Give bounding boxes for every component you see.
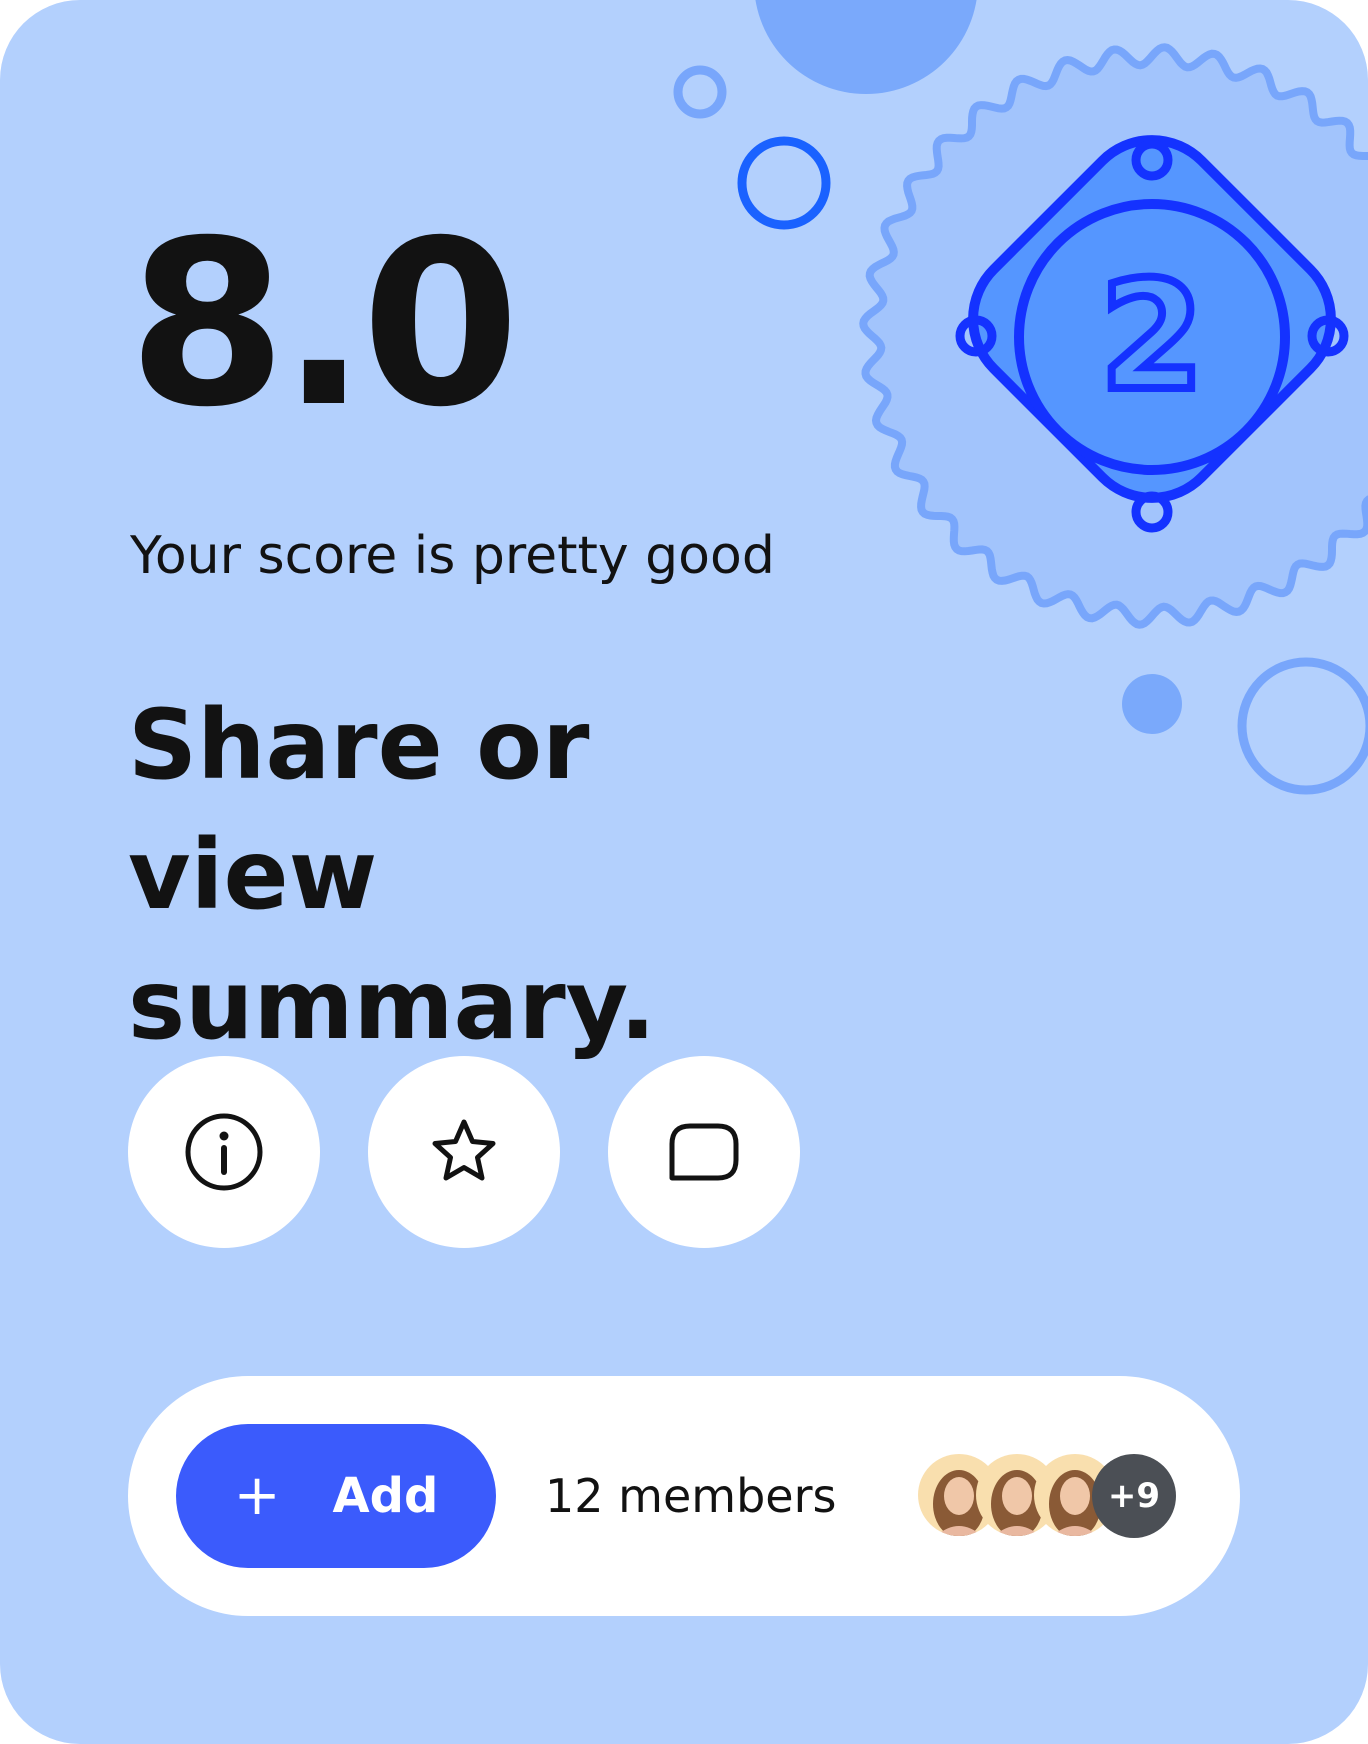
star-icon [432, 1119, 496, 1181]
star-button[interactable] [368, 1056, 560, 1248]
info-button[interactable] [128, 1056, 320, 1248]
more-members-badge: +9 [1092, 1454, 1176, 1538]
member-avatars[interactable]: +9 [918, 1454, 1218, 1538]
plus-icon: + [233, 1463, 281, 1528]
decor-ring-right [1237, 657, 1368, 795]
decor-ring-small [673, 65, 727, 119]
decor-ring-blue [737, 136, 831, 230]
add-member-button[interactable]: + Add [176, 1424, 496, 1568]
add-button-label: Add [332, 1468, 439, 1524]
badge-number: 2 [1100, 250, 1204, 424]
chat-bubble-icon [669, 1123, 739, 1181]
members-count: 12 members [545, 1469, 837, 1523]
score-card: 2 8.0 Your score is pretty good Share or… [0, 0, 1368, 1744]
score-subtitle: Your score is pretty good [130, 526, 775, 586]
share-headline: Share or view summary. [128, 689, 656, 1061]
score-value: 8.0 [128, 191, 520, 457]
decor-circle-large [755, 0, 977, 94]
badge-icon: 2 [859, 43, 1368, 629]
decor-dot [1122, 674, 1182, 734]
info-icon [185, 1113, 263, 1191]
comment-button[interactable] [608, 1056, 800, 1248]
members-bar: + Add 12 members +9 [128, 1376, 1240, 1616]
